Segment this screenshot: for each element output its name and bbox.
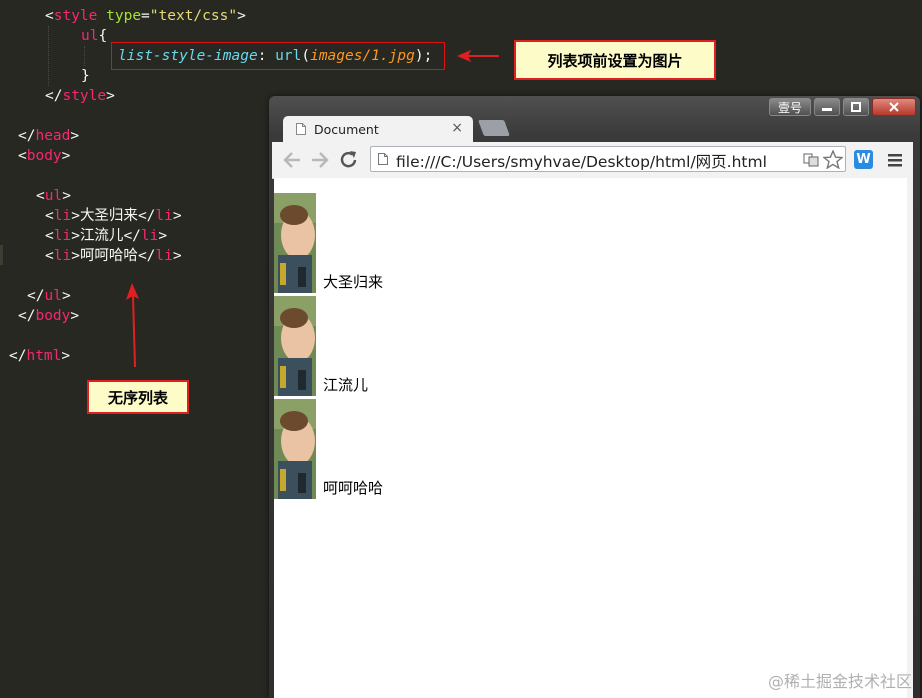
new-tab-button[interactable] [478, 120, 510, 136]
browser-window: 壹号 Document × file:///C:/Users/smyhvae/D… [269, 96, 920, 698]
indent-guide [84, 46, 85, 66]
maximize-button[interactable] [843, 98, 869, 116]
tab-close-icon[interactable]: × [451, 120, 463, 136]
page-icon [296, 123, 306, 135]
back-icon[interactable] [282, 151, 302, 169]
close-window-button[interactable] [872, 98, 916, 116]
code-line-close-brace: } [81, 68, 90, 84]
forward-icon[interactable] [310, 151, 330, 169]
menu-icon[interactable] [887, 152, 903, 168]
code-line-ul-close: </ul> [27, 288, 71, 304]
code-line-ul-selector: ul{ [81, 28, 108, 44]
code-line-body-open: <body> [18, 148, 71, 164]
page-icon [378, 153, 388, 165]
scrollbar[interactable] [907, 178, 913, 698]
code-line-li: <li>江流儿</li> [45, 228, 168, 244]
address-bar[interactable]: file:///C:/Users/smyhvae/Desktop/html/网页… [370, 146, 846, 172]
watermark: @稀土掘金技术社区 [767, 672, 912, 691]
window-profile-button[interactable]: 壹号 [769, 98, 811, 116]
code-line-body-close: </body> [18, 308, 80, 324]
list-item: 大圣归来 [274, 193, 574, 296]
list-bullet-image [274, 399, 316, 499]
arrow-left-icon [457, 50, 499, 62]
star-icon[interactable] [823, 150, 843, 169]
list-item: 江流儿 [274, 296, 574, 399]
maximize-icon [851, 102, 861, 112]
code-line-html-close: </html> [9, 348, 71, 364]
extension-icon[interactable]: W [854, 150, 873, 169]
address-text: file:///C:/Users/smyhvae/Desktop/html/网页… [396, 153, 767, 171]
translate-icon[interactable] [803, 153, 819, 167]
code-line-head-close: </head> [18, 128, 80, 144]
minimize-button[interactable] [814, 98, 840, 116]
code-line-ul-open: <ul> [36, 188, 71, 204]
reload-icon[interactable] [339, 150, 359, 170]
list-bullet-image [274, 193, 316, 293]
indent-guide [48, 26, 49, 86]
list-item-label: 呵呵哈哈 [323, 479, 384, 497]
callout-list-image: 列表项前设置为图片 [514, 40, 716, 80]
highlight-box [111, 42, 445, 70]
minimize-icon [822, 108, 832, 111]
code-line-style-open: <style type="text/css"> [45, 8, 246, 24]
code-line-style-close: </style> [45, 88, 115, 104]
list-item-label: 大圣归来 [323, 273, 384, 291]
tab-document[interactable]: Document × [283, 116, 473, 142]
list-item: 呵呵哈哈 [274, 399, 574, 502]
page-content: 大圣归来 江流儿 呵呵哈哈 [274, 178, 913, 698]
code-line-li: <li>呵呵哈哈</li> [45, 248, 182, 264]
list-bullet-image [274, 296, 316, 396]
arrow-up-icon [126, 283, 139, 368]
window-controls: 壹号 [769, 98, 916, 116]
close-icon [889, 102, 899, 112]
list-item-label: 江流儿 [323, 376, 369, 394]
code-line-li: <li>大圣归来</li> [45, 208, 182, 224]
tab-title: Document [314, 121, 379, 137]
current-line-marker [0, 245, 3, 265]
callout-unordered-list: 无序列表 [87, 380, 189, 414]
browser-toolbar: file:///C:/Users/smyhvae/Desktop/html/网页… [272, 142, 913, 179]
